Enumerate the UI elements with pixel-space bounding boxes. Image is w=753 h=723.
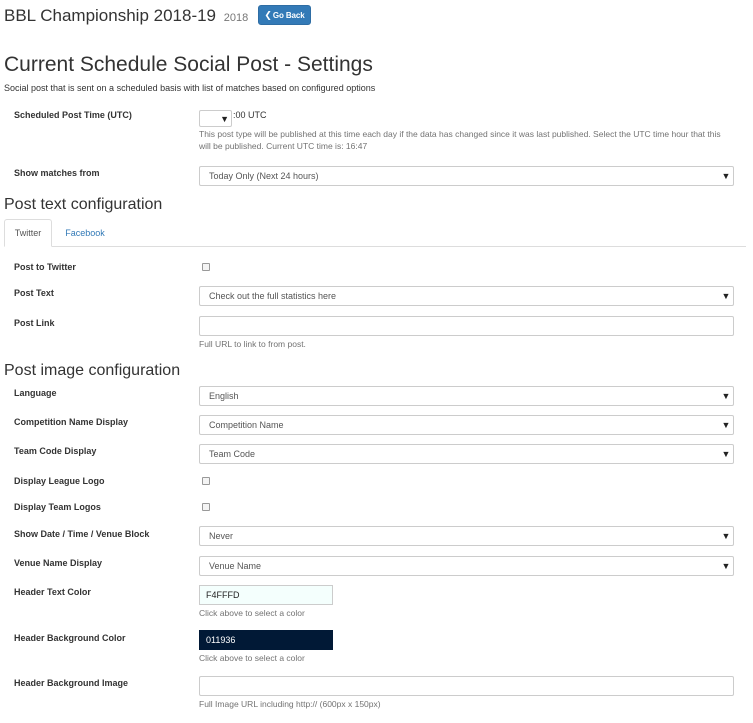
date-block-value: Never <box>209 531 234 541</box>
chevron-down-icon: ▼ <box>721 291 731 301</box>
header-bg-image-input[interactable] <box>199 676 734 696</box>
language-value: English <box>209 391 239 401</box>
go-back-label: Go Back <box>272 10 305 20</box>
post-to-twitter-label: Post to Twitter <box>14 262 76 272</box>
scheduled-time-suffix: :00 UTC <box>233 110 267 120</box>
chevron-down-icon: ▼ <box>721 171 731 181</box>
language-label: Language <box>14 388 57 398</box>
tab-facebook[interactable]: Facebook <box>56 219 114 247</box>
page-title: Current Schedule Social Post - Settings <box>4 53 373 76</box>
post-link-label: Post Link <box>14 318 55 328</box>
show-matches-select[interactable]: Today Only (Next 24 hours) ▼ <box>199 166 734 186</box>
post-link-help: Full URL to link to from post. <box>199 339 306 349</box>
header-bg-image-help: Full Image URL including http:// (600px … <box>199 699 381 709</box>
team-logos-checkbox[interactable] <box>202 503 210 511</box>
go-back-button[interactable]: ❮ Go Back <box>258 5 311 25</box>
venue-name-value: Venue Name <box>209 561 262 571</box>
league-logo-checkbox[interactable] <box>202 477 210 485</box>
header-text-color-help: Click above to select a color <box>199 608 305 618</box>
post-text-select[interactable]: Check out the full statistics here ▼ <box>199 286 734 306</box>
header-text-color-label: Header Text Color <box>14 587 91 597</box>
team-code-value: Team Code <box>209 449 256 459</box>
scheduled-time-help: This post type will be published at this… <box>199 129 721 151</box>
header-bg-color-value: 011936 <box>206 635 236 645</box>
team-code-label: Team Code Display <box>14 446 97 456</box>
page-description: Social post that is sent on a scheduled … <box>4 83 376 93</box>
app-title-year: 2018 <box>223 12 249 24</box>
post-text-heading: Post text configuration <box>4 196 163 213</box>
competition-name-select[interactable]: Competition Name ▼ <box>199 415 734 435</box>
header-bg-color-picker[interactable]: 011936 <box>199 630 333 650</box>
competition-name-value: Competition Name <box>209 420 284 430</box>
team-logos-label: Display Team Logos <box>14 502 101 512</box>
post-text-label: Post Text <box>14 288 54 298</box>
chevron-left-icon: ❮ <box>264 9 272 20</box>
chevron-down-icon: ▼ <box>721 531 731 541</box>
chevron-down-icon: ▼ <box>220 113 229 124</box>
chevron-down-icon: ▼ <box>721 420 731 430</box>
header-bg-color-help: Click above to select a color <box>199 653 305 663</box>
post-link-input[interactable] <box>199 316 734 336</box>
team-code-select[interactable]: Team Code ▼ <box>199 444 734 464</box>
show-matches-value: Today Only (Next 24 hours) <box>209 171 319 181</box>
chevron-down-icon: ▼ <box>721 391 731 401</box>
venue-name-label: Venue Name Display <box>14 558 103 568</box>
header-bg-image-label: Header Background Image <box>14 678 129 688</box>
show-matches-label: Show matches from <box>14 168 100 178</box>
date-block-select[interactable]: Never ▼ <box>199 526 734 546</box>
post-image-heading: Post image configuration <box>4 362 181 379</box>
language-select[interactable]: English ▼ <box>199 386 734 406</box>
scheduled-time-label: Scheduled Post Time (UTC) <box>14 110 132 120</box>
app-title-text: BBL Championship 2018-19 <box>4 6 217 25</box>
header-bg-color-label: Header Background Color <box>14 633 126 643</box>
date-block-label: Show Date / Time / Venue Block <box>14 529 150 539</box>
post-to-twitter-checkbox[interactable] <box>202 263 210 271</box>
post-text-value: Check out the full statistics here <box>209 291 337 301</box>
venue-name-select[interactable]: Venue Name ▼ <box>199 556 734 576</box>
chevron-down-icon: ▼ <box>721 561 731 571</box>
tab-twitter[interactable]: Twitter <box>4 219 52 247</box>
header-text-color-picker[interactable]: F4FFFD <box>199 585 333 605</box>
header-text-color-value: F4FFFD <box>206 590 240 600</box>
tabs-divider <box>4 246 746 247</box>
scheduled-hour-select[interactable]: ▼ <box>199 110 232 127</box>
competition-name-label: Competition Name Display <box>14 417 129 427</box>
league-logo-label: Display League Logo <box>14 476 105 486</box>
app-title: BBL Championship 2018-19 2018 <box>4 6 248 26</box>
chevron-down-icon: ▼ <box>721 449 731 459</box>
